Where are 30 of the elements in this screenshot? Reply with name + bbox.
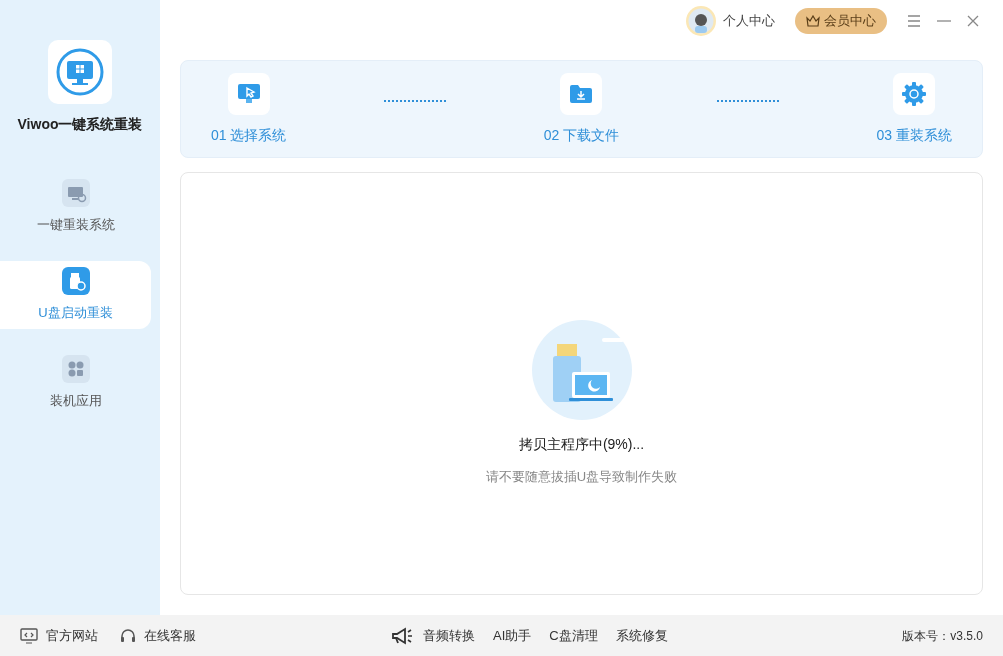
- tool-link[interactable]: 系统修复: [615, 625, 668, 646]
- crown-icon: [806, 15, 820, 27]
- footer-link[interactable]: 官方网站: [46, 625, 98, 646]
- version-label: 版本号：v3.5.0: [902, 627, 983, 645]
- vip-button[interactable]: 会员中心: [795, 8, 887, 34]
- monitor-icon: [61, 179, 90, 208]
- sidebar-item[interactable]: U盘启动重装: [0, 261, 151, 329]
- megaphone-icon: [391, 626, 413, 645]
- tool-link[interactable]: 音频转换: [423, 625, 475, 646]
- step-label: 02 下载文件: [543, 125, 620, 145]
- progress-status: 拷贝主程序中(9%)...: [518, 435, 645, 455]
- apps-icon: [61, 355, 90, 384]
- profile-link[interactable]: 个人中心: [723, 11, 775, 31]
- monitor-icon: [20, 627, 38, 644]
- tool-link[interactable]: C盘清理: [549, 625, 598, 646]
- footer-link[interactable]: 在线客服: [144, 625, 196, 646]
- sidebar-item[interactable]: 一键重装系统: [0, 173, 151, 241]
- tool-link[interactable]: AI助手: [493, 625, 532, 646]
- sidebar-item[interactable]: 装机应用: [0, 349, 151, 417]
- close-icon[interactable]: [967, 15, 979, 27]
- avatar: [685, 5, 717, 37]
- menu-icon[interactable]: [907, 15, 921, 27]
- step-label: 01 选择系统: [211, 125, 287, 145]
- app-name: Viwoo一键系统重装: [17, 115, 143, 134]
- gear-icon: [900, 79, 929, 108]
- app-logo: [48, 40, 112, 104]
- step-label: 03 重装系统: [876, 125, 952, 145]
- headset-icon: [120, 627, 136, 644]
- warning-hint: 请不要随意拔插U盘导致制作失败: [485, 468, 678, 487]
- usb-drive-icon: [61, 267, 90, 296]
